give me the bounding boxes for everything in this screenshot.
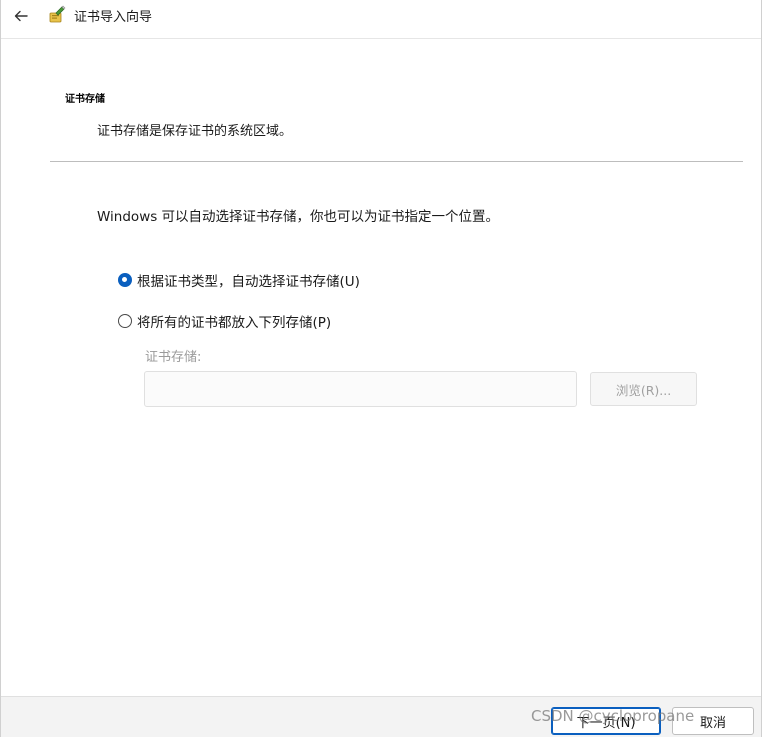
radio-unselected-icon[interactable] [118,314,132,328]
certificate-import-wizard-window: 证书导入向导 证书存储 证书存储是保存证书的系统区域。 Windows 可以自动… [0,0,762,737]
header-divider [50,161,743,162]
wizard-footer: 下一页(N) 取消 [1,696,761,737]
cancel-button[interactable]: 取消 [672,707,754,735]
browse-button: 浏览(R)... [590,372,697,406]
back-button[interactable] [9,4,33,28]
window-title: 证书导入向导 [74,10,153,25]
radio-selected-icon[interactable] [118,273,132,287]
arrow-left-icon [14,10,28,22]
radio-place-all-label: 将所有的证书都放入下列存储(P) [137,315,332,331]
certificate-store-field [144,371,577,407]
intro-text: Windows 可以自动选择证书存储，你也可以为证书指定一个位置。 [97,209,500,225]
radio-auto-select-store[interactable]: 根据证书类型，自动选择证书存储(U) [118,270,360,290]
certificate-wizard-icon [49,5,66,23]
next-button[interactable]: 下一页(N) [551,707,661,735]
section-description: 证书存储是保存证书的系统区域。 [97,124,293,139]
certificate-store-label: 证书存储: [145,350,202,365]
radio-place-all-in-store[interactable]: 将所有的证书都放入下列存储(P) [118,311,331,331]
section-heading: 证书存储 [65,94,105,105]
radio-auto-select-label: 根据证书类型，自动选择证书存储(U) [137,274,360,290]
title-bar: 证书导入向导 [1,0,761,39]
